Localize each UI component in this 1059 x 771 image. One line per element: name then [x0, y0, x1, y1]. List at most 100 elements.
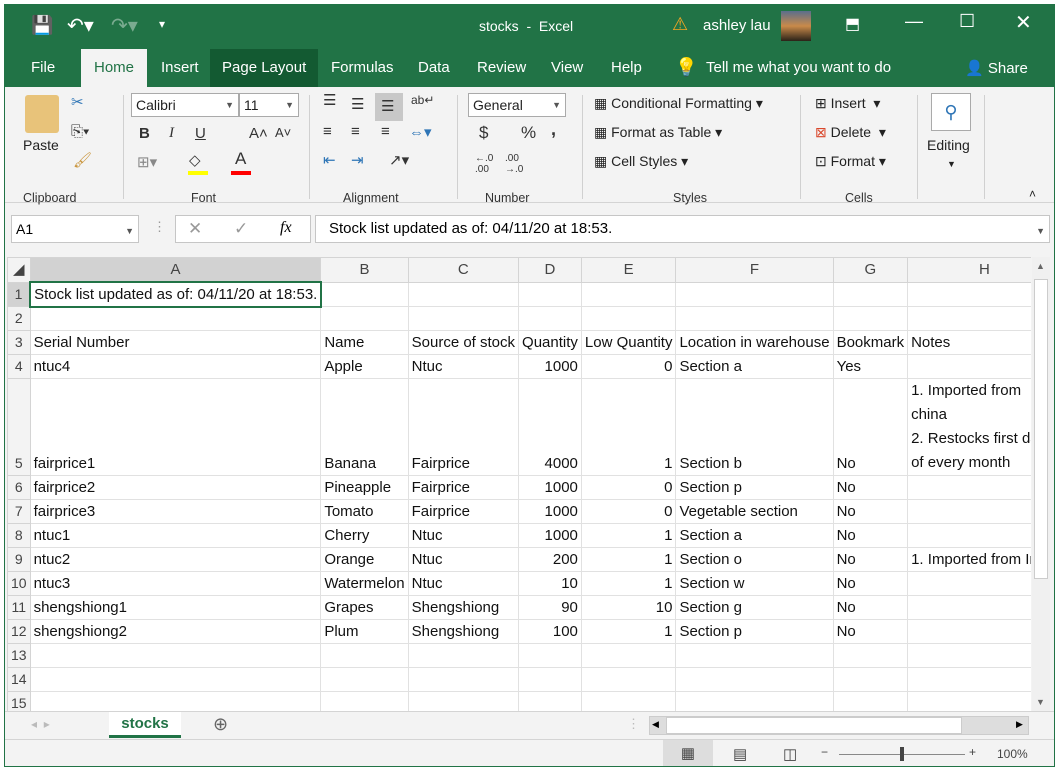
cell-G13[interactable]	[832, 643, 909, 668]
format-painter-icon[interactable]: 🖌	[73, 151, 92, 169]
undo-icon[interactable]: ↶▾	[67, 13, 94, 38]
row-header[interactable]: 13	[7, 643, 31, 668]
cell-G1[interactable]	[832, 281, 909, 307]
cell-B13[interactable]	[320, 643, 409, 668]
tab-review[interactable]: Review	[465, 49, 538, 87]
scroll-left-icon[interactable]: ◀	[652, 719, 659, 730]
cell-E15[interactable]	[580, 691, 677, 711]
cell-B6[interactable]: Pineapple	[320, 475, 409, 500]
cell-D11[interactable]: 90	[518, 595, 582, 620]
find-icon[interactable]: ⚲	[931, 93, 971, 131]
cell-B4[interactable]: Apple	[320, 354, 409, 379]
cell-G9[interactable]: No	[832, 547, 909, 572]
cell-A4[interactable]: ntuc4	[29, 354, 322, 379]
increase-decimal-icon[interactable]: ←.0.00	[475, 153, 493, 175]
cell-A8[interactable]: ntuc1	[29, 523, 322, 548]
number-format-select[interactable]: General ▼	[468, 93, 566, 117]
font-size-select[interactable]: 11 ▼	[239, 93, 299, 117]
font-color-icon[interactable]: A	[235, 149, 246, 169]
scroll-up-icon[interactable]: ▲	[1036, 261, 1045, 271]
cell-C10[interactable]: Ntuc	[407, 571, 520, 596]
share-button[interactable]: 👤 Share	[965, 59, 1028, 77]
cell-D12[interactable]: 100	[518, 619, 582, 644]
row-header[interactable]: 15	[7, 691, 31, 711]
cell-C1[interactable]	[407, 281, 520, 307]
customize-qat-icon[interactable]: ▾	[159, 17, 165, 31]
cell-D1[interactable]	[518, 281, 582, 307]
select-all-corner[interactable]: ◢	[7, 257, 31, 283]
scroll-down-icon[interactable]: ▼	[1036, 697, 1045, 707]
cell-A9[interactable]: ntuc2	[29, 547, 322, 572]
tab-formulas[interactable]: Formulas	[319, 49, 406, 87]
cell-D4[interactable]: 1000	[518, 354, 582, 379]
percent-button[interactable]: %	[521, 123, 536, 143]
column-header-G[interactable]: G	[832, 257, 909, 283]
cell-C12[interactable]: Shengshiong	[407, 619, 520, 644]
cell-G5[interactable]: No	[832, 378, 909, 476]
cell-G10[interactable]: No	[832, 571, 909, 596]
paste-button[interactable]: Paste	[23, 137, 59, 153]
cell-B11[interactable]: Grapes	[320, 595, 409, 620]
cut-icon[interactable]: ✂	[71, 93, 84, 111]
cell-H10[interactable]	[907, 571, 1031, 596]
cell-B10[interactable]: Watermelon	[320, 571, 409, 596]
vertical-scrollbar[interactable]: ▲ ▼	[1032, 257, 1050, 711]
user-name[interactable]: ashley lau	[703, 17, 771, 34]
cell-F14[interactable]	[675, 667, 834, 692]
cell-C6[interactable]: Fairprice	[407, 475, 520, 500]
horizontal-scroll-thumb[interactable]	[666, 717, 962, 734]
cell-H5[interactable]: 1. Imported from china 2. Restocks first…	[907, 378, 1031, 476]
decrease-font-icon[interactable]: A˅	[275, 125, 291, 140]
cell-E1[interactable]	[580, 281, 677, 307]
cell-B2[interactable]	[320, 306, 409, 331]
tab-page-layout[interactable]: Page Layout	[210, 49, 319, 87]
insert-function-button[interactable]: fx	[280, 219, 292, 237]
cell-A11[interactable]: shengshiong1	[29, 595, 322, 620]
cell-H4[interactable]	[907, 354, 1031, 379]
cell-A5[interactable]: fairprice1	[29, 378, 322, 476]
cell-E9[interactable]: 1	[580, 547, 677, 572]
italic-button[interactable]: I	[169, 125, 174, 142]
font-name-select[interactable]: Calibri ▼	[131, 93, 239, 117]
cell-C9[interactable]: Ntuc	[407, 547, 520, 572]
cell-H8[interactable]	[907, 523, 1031, 548]
cell-G2[interactable]	[832, 306, 909, 331]
middle-align-icon[interactable]: ☰	[351, 95, 364, 113]
row-header[interactable]: 10	[7, 571, 31, 596]
cell-F10[interactable]: Section w	[675, 571, 834, 596]
cell-A7[interactable]: fairprice3	[29, 499, 322, 524]
increase-indent-icon[interactable]: ⇥	[351, 151, 364, 169]
cell-D10[interactable]: 10	[518, 571, 582, 596]
cell-A2[interactable]	[29, 306, 322, 331]
cell-G14[interactable]	[832, 667, 909, 692]
cell-A14[interactable]	[29, 667, 322, 692]
tab-view[interactable]: View	[539, 49, 595, 87]
cell-H7[interactable]	[907, 499, 1031, 524]
row-header[interactable]: 11	[7, 595, 31, 620]
cell-D15[interactable]	[518, 691, 582, 711]
cell-H13[interactable]	[907, 643, 1031, 668]
cell-C2[interactable]	[407, 306, 520, 331]
cell-C15[interactable]	[407, 691, 520, 711]
maximize-button[interactable]: ☐	[959, 11, 975, 32]
row-header[interactable]: 4	[7, 354, 31, 379]
cell-A15[interactable]	[29, 691, 322, 711]
cell-H15[interactable]	[907, 691, 1031, 711]
tab-insert[interactable]: Insert	[149, 49, 211, 87]
cell-B5[interactable]: Banana	[320, 378, 409, 476]
cell-F9[interactable]: Section o	[675, 547, 834, 572]
increase-font-icon[interactable]: A˄	[249, 125, 268, 142]
cell-D3[interactable]: Quantity	[518, 330, 582, 355]
copy-icon[interactable]: ⎘▾	[71, 123, 89, 140]
align-left-icon[interactable]: ≡	[323, 123, 332, 140]
cell-D13[interactable]	[518, 643, 582, 668]
row-header[interactable]: 14	[7, 667, 31, 692]
cell-H3[interactable]: Notes	[907, 330, 1031, 355]
column-header-H[interactable]: H	[907, 257, 1031, 283]
cell-G3[interactable]: Bookmark	[832, 330, 909, 355]
cell-H11[interactable]	[907, 595, 1031, 620]
cell-C13[interactable]	[407, 643, 520, 668]
cell-E5[interactable]: 1	[580, 378, 677, 476]
save-icon[interactable]: 💾	[31, 15, 53, 36]
cell-A12[interactable]: shengshiong2	[29, 619, 322, 644]
